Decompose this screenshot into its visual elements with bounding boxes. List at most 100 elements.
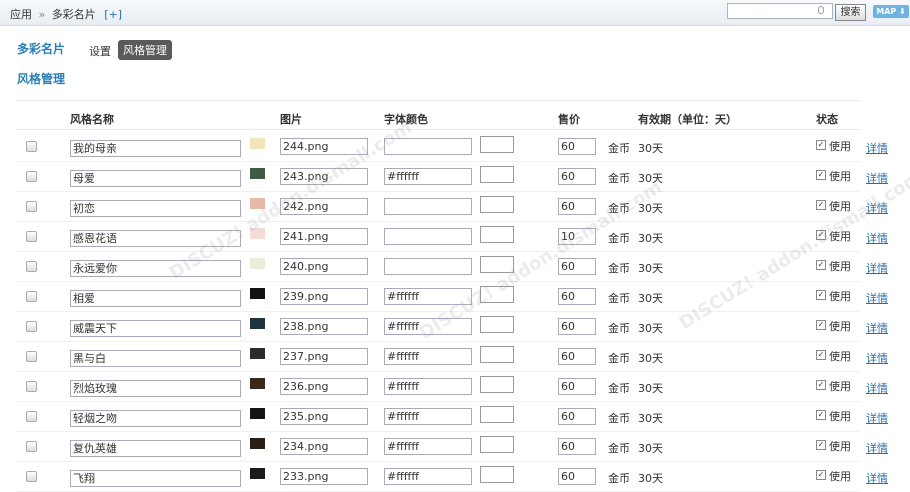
color-swatch[interactable] <box>480 196 514 213</box>
image-filename-input[interactable]: 243.png <box>280 168 368 185</box>
style-name-input[interactable]: 初恋 <box>70 200 241 217</box>
font-color-input[interactable] <box>384 258 472 275</box>
color-swatch[interactable] <box>480 166 514 183</box>
style-name-input[interactable]: 威震天下 <box>70 320 241 337</box>
detail-link[interactable]: 详情 <box>866 440 888 456</box>
row-select-checkbox[interactable] <box>26 321 37 332</box>
font-color-input[interactable]: #ffffff <box>384 468 472 485</box>
row-select-checkbox[interactable] <box>26 411 37 422</box>
detail-link[interactable]: 详情 <box>866 350 888 366</box>
style-name-input[interactable]: 母爱 <box>70 170 241 187</box>
color-swatch[interactable] <box>480 466 514 483</box>
font-color-input[interactable]: #ffffff <box>384 348 472 365</box>
image-filename-input[interactable]: 240.png <box>280 258 368 275</box>
color-swatch[interactable] <box>480 346 514 363</box>
style-name-input[interactable]: 我的母亲 <box>70 140 241 157</box>
color-swatch[interactable] <box>480 316 514 333</box>
color-swatch[interactable] <box>480 226 514 243</box>
add-shortcut-link[interactable]: [+] <box>104 8 122 21</box>
tab-settings[interactable]: 设置 <box>89 43 111 59</box>
use-checkbox[interactable]: ✓ <box>816 230 826 240</box>
color-swatch[interactable] <box>480 136 514 153</box>
image-filename-input[interactable]: 234.png <box>280 438 368 455</box>
map-button[interactable]: MAP ⬇ <box>873 5 909 18</box>
detail-link[interactable]: 详情 <box>866 290 888 306</box>
use-checkbox[interactable]: ✓ <box>816 290 826 300</box>
image-filename-input[interactable]: 236.png <box>280 378 368 395</box>
font-color-input[interactable]: #ffffff <box>384 408 472 425</box>
price-input[interactable]: 60 <box>558 378 596 395</box>
style-name-input[interactable]: 复仇英雄 <box>70 440 241 457</box>
style-name-input[interactable]: 感恩花语 <box>70 230 241 247</box>
price-input[interactable]: 60 <box>558 318 596 335</box>
row-select-checkbox[interactable] <box>26 291 37 302</box>
price-input[interactable]: 60 <box>558 468 596 485</box>
price-input[interactable]: 60 <box>558 258 596 275</box>
price-input[interactable]: 60 <box>558 288 596 305</box>
detail-link[interactable]: 详情 <box>866 380 888 396</box>
font-color-input[interactable] <box>384 228 472 245</box>
detail-link[interactable]: 详情 <box>866 470 888 486</box>
style-name-input[interactable]: 烈焰玫瑰 <box>70 380 241 397</box>
image-filename-input[interactable]: 233.png <box>280 468 368 485</box>
use-checkbox[interactable]: ✓ <box>816 140 826 150</box>
price-input[interactable]: 60 <box>558 348 596 365</box>
style-name-input[interactable]: 相爱 <box>70 290 241 307</box>
use-checkbox[interactable]: ✓ <box>816 440 826 450</box>
row-select-checkbox[interactable] <box>26 261 37 272</box>
use-checkbox[interactable]: ✓ <box>816 170 826 180</box>
style-name-input[interactable]: 轻烟之吻 <box>70 410 241 427</box>
style-name-input[interactable]: 黑与白 <box>70 350 241 367</box>
detail-link[interactable]: 详情 <box>866 200 888 216</box>
image-filename-input[interactable]: 244.png <box>280 138 368 155</box>
detail-link[interactable]: 详情 <box>866 320 888 336</box>
color-swatch[interactable] <box>480 436 514 453</box>
font-color-input[interactable]: #ffffff <box>384 378 472 395</box>
breadcrumb-current[interactable]: 多彩名片 <box>52 8 96 21</box>
price-input[interactable]: 60 <box>558 168 596 185</box>
image-filename-input[interactable]: 238.png <box>280 318 368 335</box>
detail-link[interactable]: 详情 <box>866 260 888 276</box>
font-color-input[interactable]: #ffffff <box>384 168 472 185</box>
font-color-input[interactable] <box>384 138 472 155</box>
row-select-checkbox[interactable] <box>26 471 37 482</box>
style-name-input[interactable]: 永远爱你 <box>70 260 241 277</box>
detail-link[interactable]: 详情 <box>866 140 888 156</box>
row-select-checkbox[interactable] <box>26 441 37 452</box>
search-button[interactable]: 搜索 <box>835 4 866 21</box>
use-checkbox[interactable]: ✓ <box>816 320 826 330</box>
font-color-input[interactable]: #ffffff <box>384 288 472 305</box>
tab-style-manage[interactable]: 风格管理 <box>118 40 172 60</box>
font-color-input[interactable] <box>384 198 472 215</box>
image-filename-input[interactable]: 242.png <box>280 198 368 215</box>
color-swatch[interactable] <box>480 376 514 393</box>
row-select-checkbox[interactable] <box>26 351 37 362</box>
row-select-checkbox[interactable] <box>26 381 37 392</box>
font-color-input[interactable]: #ffffff <box>384 318 472 335</box>
microphone-icon[interactable] <box>818 6 824 14</box>
price-input[interactable]: 10 <box>558 228 596 245</box>
row-select-checkbox[interactable] <box>26 141 37 152</box>
color-swatch[interactable] <box>480 406 514 423</box>
row-select-checkbox[interactable] <box>26 201 37 212</box>
price-input[interactable]: 60 <box>558 138 596 155</box>
image-filename-input[interactable]: 241.png <box>280 228 368 245</box>
use-checkbox[interactable]: ✓ <box>816 350 826 360</box>
use-checkbox[interactable]: ✓ <box>816 410 826 420</box>
price-input[interactable]: 60 <box>558 438 596 455</box>
breadcrumb-app-link[interactable]: 应用 <box>10 8 32 21</box>
use-checkbox[interactable]: ✓ <box>816 380 826 390</box>
image-filename-input[interactable]: 239.png <box>280 288 368 305</box>
detail-link[interactable]: 详情 <box>866 170 888 186</box>
price-input[interactable]: 60 <box>558 408 596 425</box>
color-swatch[interactable] <box>480 286 514 303</box>
row-select-checkbox[interactable] <box>26 171 37 182</box>
detail-link[interactable]: 详情 <box>866 410 888 426</box>
price-input[interactable]: 60 <box>558 198 596 215</box>
image-filename-input[interactable]: 237.png <box>280 348 368 365</box>
detail-link[interactable]: 详情 <box>866 230 888 246</box>
color-swatch[interactable] <box>480 256 514 273</box>
image-filename-input[interactable]: 235.png <box>280 408 368 425</box>
use-checkbox[interactable]: ✓ <box>816 200 826 210</box>
row-select-checkbox[interactable] <box>26 231 37 242</box>
